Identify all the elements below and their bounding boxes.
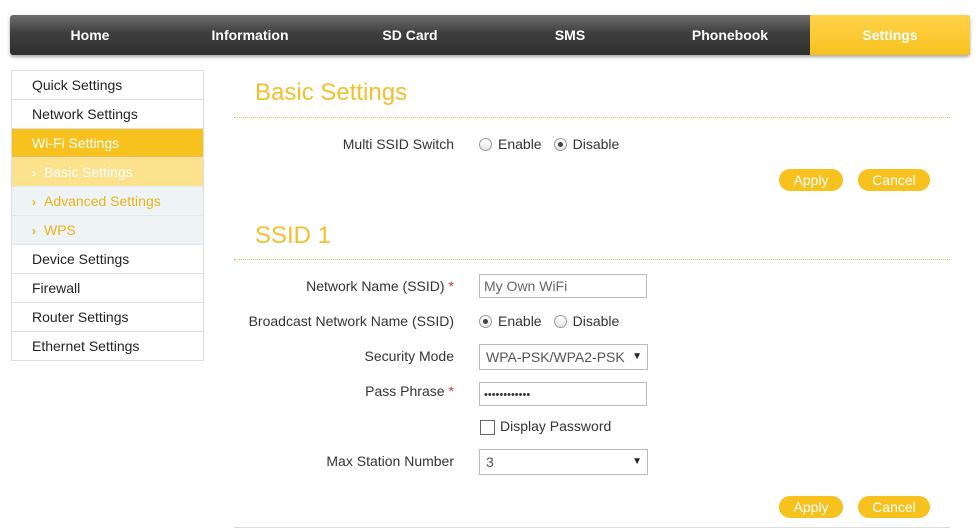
sidebar-subitem-advanced-settings[interactable]: › Advanced Settings (12, 187, 203, 216)
security-mode-select[interactable]: WPA-PSK/WPA2-PSK ▼ (479, 344, 648, 370)
multi-ssid-disable-radio[interactable] (553, 137, 567, 151)
sidebar-item-router-settings[interactable]: Router Settings (12, 303, 203, 332)
broadcast-disable-radio[interactable] (553, 314, 567, 328)
sidebar-subitem-label: Advanced Settings (44, 193, 161, 209)
broadcast-enable-label: Enable (498, 313, 542, 329)
chevron-right-icon: › (32, 195, 36, 209)
sidebar-subitem-wps[interactable]: › WPS (12, 216, 203, 245)
ssid1-cancel-button[interactable]: Cancel (858, 496, 930, 518)
tab-sd-card[interactable]: SD Card (330, 15, 490, 55)
dropdown-arrow-icon: ▼ (632, 351, 642, 362)
chevron-right-icon: › (32, 166, 36, 180)
multi-ssid-enable-radio[interactable] (479, 137, 492, 151)
tab-settings[interactable]: Settings (810, 15, 970, 55)
max-station-label: Max Station Number (326, 453, 454, 469)
pass-phrase-input[interactable]: •••••••••••• (479, 382, 647, 406)
multi-ssid-enable-label: Enable (498, 136, 542, 152)
security-mode-value: WPA-PSK/WPA2-PSK (486, 349, 625, 365)
network-name-label-text: Network Name (SSID) (306, 278, 445, 294)
sidebar-item-firewall[interactable]: Firewall (12, 274, 203, 303)
pass-phrase-label-text: Pass Phrase (365, 383, 445, 399)
multi-ssid-switch-label: Multi SSID Switch (342, 136, 454, 152)
broadcast-enable-radio[interactable] (479, 314, 492, 328)
required-mark: * (448, 383, 454, 399)
sidebar-item-network-settings[interactable]: Network Settings (12, 100, 203, 129)
network-name-label: Network Name (SSID) * (240, 278, 454, 294)
max-station-value: 3 (486, 454, 494, 470)
network-name-input[interactable] (479, 274, 647, 298)
sidebar: Quick Settings Network Settings Wi-Fi Se… (11, 70, 204, 361)
chevron-right-icon: › (32, 224, 36, 238)
top-navigation: Home Information SD Card SMS Phonebook S… (10, 15, 970, 55)
required-mark: * (448, 278, 454, 294)
display-password-checkbox[interactable] (480, 420, 495, 435)
ssid1-title: SSID 1 (255, 222, 332, 249)
sidebar-item-quick-settings[interactable]: Quick Settings (12, 71, 203, 100)
basic-settings-title: Basic Settings (255, 79, 408, 106)
tab-home[interactable]: Home (10, 15, 170, 55)
security-mode-label: Security Mode (364, 348, 454, 364)
bottom-divider (234, 527, 950, 528)
sidebar-subitem-label: WPS (44, 222, 76, 238)
section-divider (234, 117, 950, 118)
sidebar-item-wifi-settings[interactable]: Wi-Fi Settings (12, 129, 203, 158)
broadcast-ssid-radio-group: Enable Disable (479, 313, 631, 329)
max-station-select[interactable]: 3 ▼ (479, 449, 648, 475)
multi-ssid-radio-group: Enable Disable (479, 136, 631, 152)
sidebar-item-ethernet-settings[interactable]: Ethernet Settings (12, 332, 203, 361)
ssid1-apply-button[interactable]: Apply (779, 496, 843, 518)
sidebar-item-device-settings[interactable]: Device Settings (12, 245, 203, 274)
basic-apply-button[interactable]: Apply (779, 169, 843, 191)
pass-phrase-label: Pass Phrase * (260, 383, 454, 399)
display-password-label: Display Password (500, 418, 612, 434)
broadcast-disable-label: Disable (572, 313, 620, 329)
basic-cancel-button[interactable]: Cancel (858, 169, 930, 191)
sidebar-subitem-basic-settings[interactable]: › Basic Settings (12, 158, 203, 187)
broadcast-ssid-label: Broadcast Network Name (SSID) (248, 313, 454, 329)
tab-sms[interactable]: SMS (490, 15, 650, 55)
sidebar-subitem-label: Basic Settings (44, 164, 133, 180)
multi-ssid-disable-label: Disable (572, 136, 620, 152)
dropdown-arrow-icon: ▼ (632, 456, 642, 467)
section-divider (234, 259, 950, 260)
tab-information[interactable]: Information (170, 15, 330, 55)
tab-phonebook[interactable]: Phonebook (650, 15, 810, 55)
